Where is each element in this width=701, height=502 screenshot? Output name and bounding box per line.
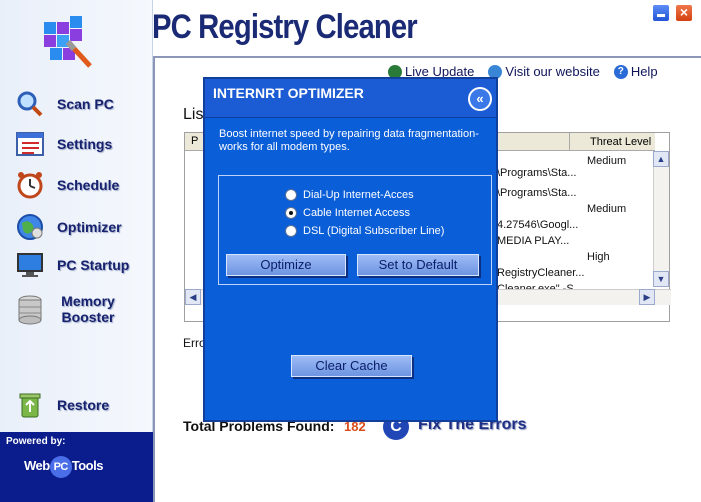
vertical-scrollbar[interactable]: ▲ ▼ [653,151,669,287]
column-header-threat-level[interactable]: Threat Level [569,133,655,151]
visit-website-link[interactable]: Visit our website [488,64,600,79]
magnifier-icon [16,90,44,118]
brand-left: Web [24,458,50,473]
webpctools-logo: Web PC Tools [24,456,103,478]
sidebar-item-schedule[interactable]: Schedule [0,170,153,200]
radio-button[interactable] [285,189,297,201]
column-header-path[interactable] [495,133,569,151]
sidebar-item-pc-startup[interactable]: PC Startup [0,250,153,280]
scroll-right-icon[interactable]: ▶ [639,289,655,305]
close-button[interactable]: × [675,4,693,22]
help-label: Help [630,64,658,79]
app-title: PC Registry Cleaner [152,8,418,46]
radio-dsl[interactable]: DSL (Digital Subscriber Line) [285,225,444,237]
list-label: Lis [183,106,204,123]
scroll-left-icon[interactable]: ◀ [185,289,201,305]
set-to-default-button[interactable]: Set to Default [357,254,479,276]
sidebar-item-scan-pc[interactable]: Scan PC [0,89,153,119]
table-cell-path: \Programs\Sta... [497,187,577,199]
dialog-description: Boost internet speed by repairing data f… [219,128,479,153]
help-icon: ? [613,64,628,79]
radio-label: DSL (Digital Subscriber Line) [303,225,445,237]
sidebar-item-label: Scan PC [57,96,114,112]
sidebar-item-settings[interactable]: Settings [0,129,153,159]
table-cell-path: 4.27546\Googl... [497,219,579,231]
recycle-icon [16,391,44,419]
scroll-down-icon[interactable]: ▼ [653,271,669,287]
scroll-up-icon[interactable]: ▲ [653,151,669,167]
database-icon [16,295,44,325]
sidebar-item-label: Settings [57,136,113,152]
table-cell-threat: Medium [587,203,627,215]
internet-optimizer-dialog: INTERNRT OPTIMIZER « Boost internet spee… [203,77,498,422]
table-cell-threat: High [587,251,610,263]
radio-dial-up[interactable]: Dial-Up Internet-Acces [285,189,414,201]
monitor-icon [16,251,44,279]
table-cell-threat: Medium [587,155,627,167]
brand-right: Tools [71,458,104,473]
brand-mid: PC [49,456,72,478]
powered-by-panel: Powered by: Web PC Tools [0,432,153,502]
optimize-button[interactable]: Optimize [226,254,346,276]
radio-label: Cable Internet Access [303,207,411,219]
dialog-title: INTERNRT OPTIMIZER [213,85,364,101]
radio-button-selected[interactable] [285,207,297,219]
sidebar-item-memory-booster[interactable]: Memory Booster [0,293,153,325]
sidebar: Scan PC Settings Schedule Optimizer PC S… [0,0,153,502]
table-cell-path: RegistryCleaner... [497,267,585,279]
sidebar-item-label: Restore [57,397,110,413]
app-logo-icon [40,12,94,68]
sidebar-item-label: Memory Booster [61,293,115,325]
visit-website-label: Visit our website [505,64,600,79]
connection-options: Dial-Up Internet-Acces Cable Internet Ac… [218,175,492,285]
checklist-icon [16,130,44,158]
sidebar-item-restore[interactable]: Restore [0,390,153,420]
radio-label: Dial-Up Internet-Acces [303,189,414,201]
sidebar-item-label: PC Startup [57,257,130,273]
table-cell-path: MEDIA PLAY... [497,235,570,247]
minimize-button[interactable] [652,4,670,22]
alarm-clock-icon [16,171,44,199]
sidebar-item-label: Schedule [57,177,120,193]
clear-cache-button[interactable]: Clear Cache [291,355,412,377]
table-cell-path: \Programs\Sta... [497,167,577,179]
help-link[interactable]: ? Help [613,64,658,79]
sidebar-item-optimizer[interactable]: Optimizer [0,212,153,242]
globe-icon [16,213,44,241]
dialog-close-icon[interactable]: « [468,87,492,111]
sidebar-item-label: Optimizer [57,219,122,235]
powered-by-label: Powered by: [6,436,66,447]
radio-button[interactable] [285,225,297,237]
dialog-body: Boost internet speed by repairing data f… [205,117,496,420]
radio-cable[interactable]: Cable Internet Access [285,207,410,219]
column-header-pr[interactable]: Pr [185,133,202,151]
